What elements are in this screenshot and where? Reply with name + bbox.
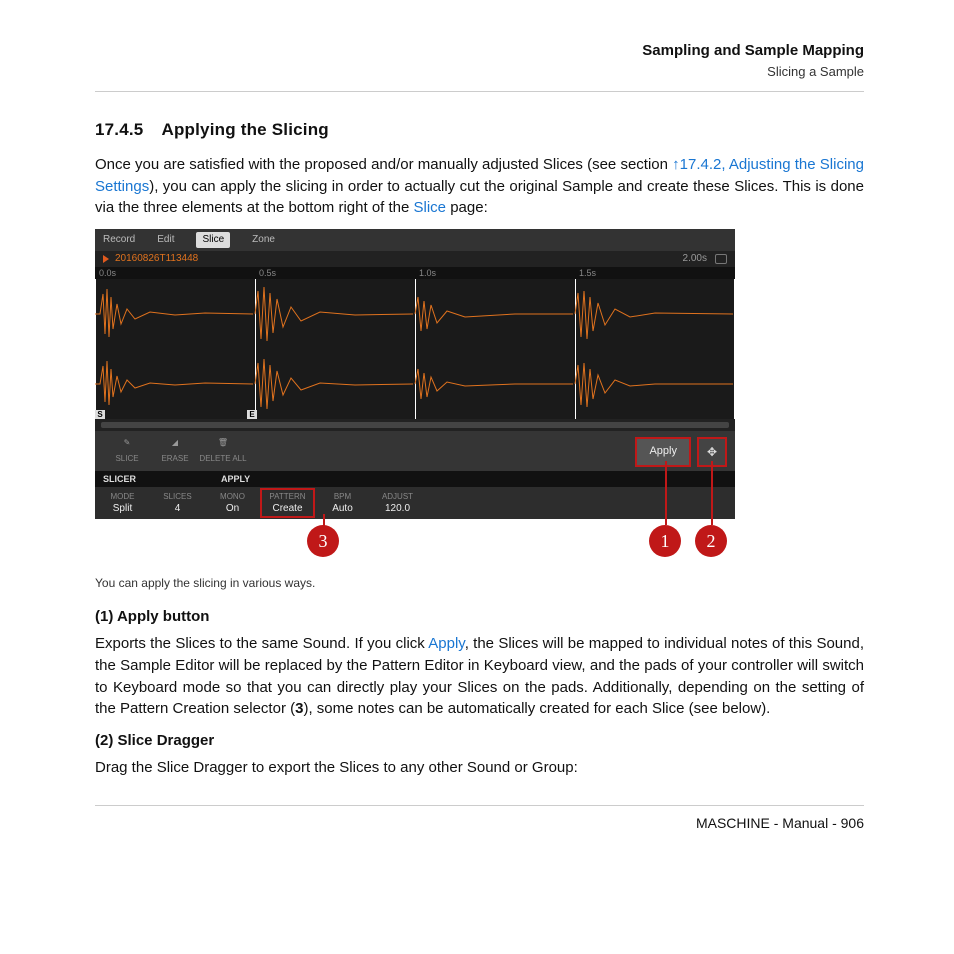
callout-3-bubble: 3 xyxy=(307,525,339,557)
section-number: 17.4.5 xyxy=(95,118,143,142)
header-subtitle: Slicing a Sample xyxy=(95,63,864,81)
tab-bar: Record Edit Slice Zone xyxy=(95,229,735,251)
sample-name: 20160826T113448 xyxy=(115,252,198,266)
param-adjust[interactable]: ADJUST120.0 xyxy=(370,491,425,516)
sample-length: 2.00s xyxy=(683,252,707,266)
apply-button[interactable]: Apply xyxy=(635,437,691,467)
tab-edit[interactable]: Edit xyxy=(157,233,174,247)
link-apply[interactable]: Apply xyxy=(428,635,464,652)
page-header: Sampling and Sample Mapping Slicing a Sa… xyxy=(95,40,864,81)
param-mode[interactable]: MODESplit xyxy=(95,491,150,516)
tab-record[interactable]: Record xyxy=(103,233,135,247)
sample-bar: 20160826T113448 2.00s xyxy=(95,251,735,267)
link-slice-page[interactable]: Slice xyxy=(414,199,447,216)
intro-paragraph: Once you are satisfied with the proposed… xyxy=(95,154,864,219)
param-bpm[interactable]: BPMAuto xyxy=(315,491,370,516)
waveform-left xyxy=(95,279,735,349)
slice-dragger[interactable]: ✥ xyxy=(697,437,727,467)
scroll-bar[interactable] xyxy=(95,419,735,431)
section-title: Applying the Slicing xyxy=(161,120,328,139)
tool-delete-all[interactable]: 🗑DELETE ALL xyxy=(199,439,247,464)
app-screenshot: Record Edit Slice Zone 20160826T113448 2… xyxy=(95,229,735,519)
page-footer: MASCHINE - Manual - 906 xyxy=(95,814,864,834)
play-icon[interactable] xyxy=(103,255,109,263)
end-marker[interactable]: E xyxy=(247,410,257,419)
callout-1-bubble: 1 xyxy=(649,525,681,557)
tab-zone[interactable]: Zone xyxy=(252,233,275,247)
subhead-slice-dragger: (2) Slice Dragger xyxy=(95,730,864,751)
apply-button-paragraph: Exports the Slices to the same Sound. If… xyxy=(95,633,864,720)
tab-slice[interactable]: Slice xyxy=(196,232,230,248)
param-pattern[interactable]: PATTERNCreate xyxy=(260,488,315,518)
screenshot-figure: Record Edit Slice Zone 20160826T113448 2… xyxy=(95,229,735,519)
section-heading: 17.4.5 Applying the Slicing xyxy=(95,118,864,142)
param-slices[interactable]: SLICES4 xyxy=(150,491,205,516)
tool-slice[interactable]: ✎SLICE xyxy=(103,439,151,464)
waveform-right xyxy=(95,349,735,419)
slice-dragger-paragraph: Drag the Slice Dragger to export the Sli… xyxy=(95,757,864,779)
loop-icon[interactable] xyxy=(715,254,727,264)
panel-label-row: SLICER APPLY xyxy=(95,471,735,487)
panel-apply-label: APPLY xyxy=(213,471,331,487)
callout-2-bubble: 2 xyxy=(695,525,727,557)
figure-caption: You can apply the slicing in various way… xyxy=(95,575,864,592)
header-title: Sampling and Sample Mapping xyxy=(95,40,864,61)
param-row: MODESplit SLICES4 MONOOn PATTERNCreate B… xyxy=(95,487,735,519)
header-rule xyxy=(95,91,864,92)
start-marker[interactable]: S xyxy=(95,410,105,419)
timeline: 0.0s 0.5s 1.0s 1.5s xyxy=(95,267,735,279)
panel-slicer-label: SLICER xyxy=(95,471,213,487)
tool-erase[interactable]: ◢ERASE xyxy=(151,439,199,464)
subhead-apply-button: (1) Apply button xyxy=(95,606,864,627)
param-mono[interactable]: MONOOn xyxy=(205,491,260,516)
footer-rule xyxy=(95,805,864,806)
tool-row: ✎SLICE ◢ERASE 🗑DELETE ALL Apply ✥ xyxy=(95,431,735,471)
waveform-area[interactable]: S E xyxy=(95,279,735,419)
